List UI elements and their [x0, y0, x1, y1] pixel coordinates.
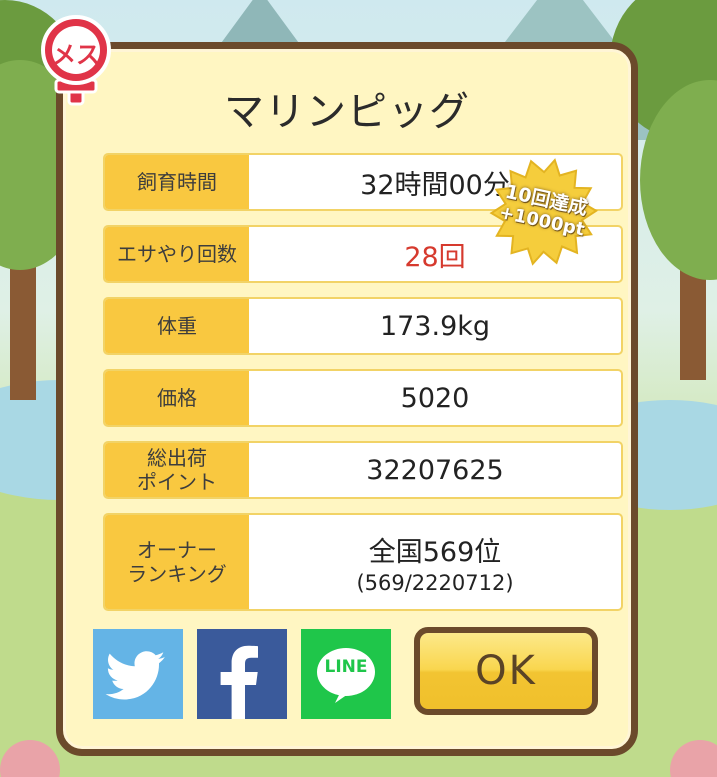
- stat-row-weight: 体重 173.9kg: [103, 297, 623, 355]
- facebook-share-button[interactable]: [197, 629, 287, 719]
- pig-name-title: マリンピッグ: [224, 89, 470, 135]
- stat-value: 32207625: [366, 454, 504, 486]
- ranking-detail: (569/2220712): [356, 570, 514, 595]
- ok-button[interactable]: OK: [414, 627, 598, 715]
- stat-row-shipping-points: 総出荷 ポイント 32207625: [103, 441, 623, 499]
- line-share-button[interactable]: LINE: [301, 629, 391, 719]
- stat-label: オーナー ランキング: [105, 515, 249, 609]
- female-symbol-icon: メス: [30, 14, 122, 106]
- stat-row-owner-ranking: オーナー ランキング 全国569位 (569/2220712): [103, 513, 623, 611]
- line-label: LINE: [324, 657, 368, 677]
- stat-value: 173.9kg: [379, 310, 491, 342]
- stat-label: 飼育時間: [105, 155, 249, 209]
- stat-label: エサやり回数: [105, 227, 249, 281]
- ranking-main: 全国569位: [368, 536, 502, 568]
- pig-info-card: マリンピッグ 飼育時間 32時間00分 エサやり回数 28回 体重 173.9k…: [56, 42, 638, 756]
- stat-value: 5020: [400, 382, 470, 414]
- stat-label: 総出荷 ポイント: [105, 443, 249, 497]
- twitter-share-button[interactable]: [93, 629, 183, 719]
- facebook-f-icon: [220, 645, 258, 719]
- twitter-bird-icon: [105, 651, 165, 700]
- gender-label: メス: [52, 41, 100, 69]
- stat-value: 全国569位 (569/2220712): [249, 515, 621, 609]
- badge-text: 10回達成 +1000pt: [478, 145, 611, 278]
- stat-label: 価格: [105, 371, 249, 425]
- stat-label: 体重: [105, 299, 249, 353]
- achievement-badge: 10回達成 +1000pt: [478, 145, 611, 278]
- stat-row-price: 価格 5020: [103, 369, 623, 427]
